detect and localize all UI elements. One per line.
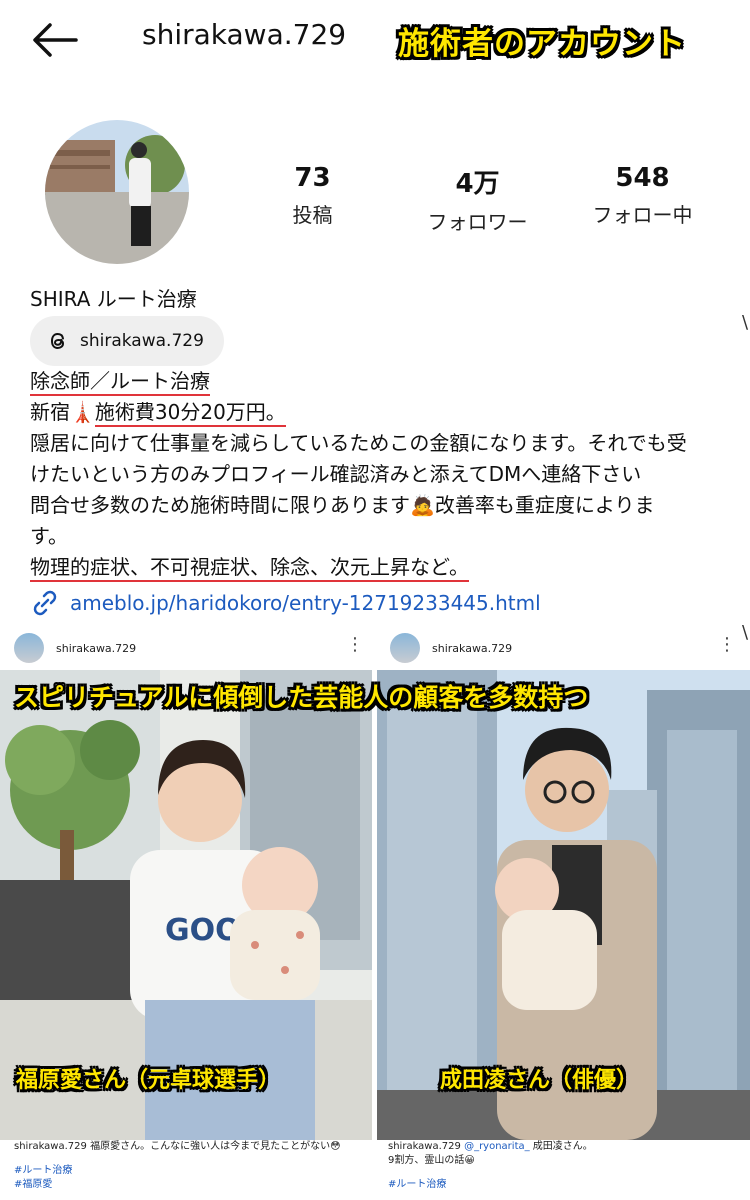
bio-line-title: 除念師／ルート治療 (30, 369, 210, 396)
more-options-icon[interactable]: ⋮ (346, 634, 364, 655)
posts-label: 投稿 (292, 203, 333, 227)
threads-badge-button[interactable]: shirakawa.729 (30, 316, 224, 366)
hashtag-left-2[interactable]: #福原愛 (14, 1178, 370, 1192)
post-username-right[interactable]: shirakawa.729 (432, 642, 512, 655)
bio-fee: 施術費30分20万円。 (94, 400, 286, 427)
caption-line2-right: 9割方、霊山の話😀 (388, 1155, 475, 1166)
stat-following[interactable]: 548 フォロー中 (580, 163, 705, 228)
hashtag-right-1[interactable]: #ルート治療 (388, 1178, 744, 1192)
posts-count: 73 (294, 163, 331, 193)
post-avatar-right[interactable] (390, 633, 420, 663)
bio-line-4: けたいという方のみプロフィール確認済みと添えてDMへ連絡下さい (30, 462, 642, 486)
following-count: 548 (615, 163, 670, 193)
post-caption-left: shirakawa.729 福原愛さん。こんなに強い人は今まで見たことがない😳 … (14, 1140, 370, 1192)
followers-count: 4万 (455, 169, 500, 199)
caption-user-left[interactable]: shirakawa.729 (14, 1141, 87, 1152)
stat-posts[interactable]: 73 投稿 (275, 163, 350, 228)
more-options-icon[interactable]: ⋮ (718, 634, 736, 655)
hashtag-left-1[interactable]: #ルート治療 (14, 1164, 370, 1178)
bio-location: 新宿 (30, 400, 70, 424)
post-avatar-left[interactable] (14, 633, 44, 663)
threads-handle: shirakawa.729 (80, 331, 204, 351)
svg-text:GOO: GOO (165, 913, 241, 948)
bio-line-5: 問合せ多数のため施術時間に限りあります🙇改善率も重症度によりま (30, 493, 655, 517)
following-label: フォロー中 (592, 203, 693, 227)
bio-line-3: 隠居に向けて仕事量を減らしているためこの金額になります。それでも受 (30, 431, 687, 455)
overlay-caption-left: 福原愛さん（元卓球選手） (16, 1068, 281, 1093)
caption-text-left: 福原愛さん。こんなに強い人は今まで見たことがない😳 (86, 1141, 341, 1152)
threads-icon (50, 332, 65, 350)
stat-followers[interactable]: 4万 フォロワー (415, 163, 540, 235)
profile-username-header: shirakawa.729 (142, 18, 347, 51)
tokyo-tower-emoji: 🗼 (70, 400, 95, 424)
followers-label: フォロワー (427, 210, 528, 234)
post-header-right: shirakawa.729 ⋮ (390, 630, 746, 666)
bio-line-6: す。 (30, 524, 68, 548)
banner-title: 施術者のアカウント (398, 26, 686, 62)
caption-mention-right[interactable]: @_ryonarita_ (461, 1141, 530, 1152)
post-header-left: shirakawa.729 ⋮ (14, 630, 370, 666)
overlay-headline: スピリチュアルに傾倒した芸能人の顧客を多数持つ (14, 683, 589, 712)
profile-link-url: ameblo.jp/haridokoro/entry-12719233445.h… (70, 591, 541, 615)
profile-bio: 除念師／ルート治療 新宿🗼施術費30分20万円。 隠居に向けて仕事量を減らしてい… (30, 366, 730, 583)
bio-line-symptoms: 物理的症状、不可視症状、除念、次元上昇など。 (30, 555, 469, 582)
top-bar: shirakawa.729 施術者のアカウント (0, 0, 750, 80)
post-caption-right: shirakawa.729 @_ryonarita_ 成田凌さん。 9割方、霊山… (388, 1140, 744, 1192)
overlay-caption-right: 成田凌さん（俳優） (440, 1068, 639, 1093)
edge-mark-upper: \ (742, 312, 749, 333)
caption-user-right[interactable]: shirakawa.729 (388, 1141, 461, 1152)
profile-avatar[interactable] (45, 120, 189, 264)
link-icon (33, 590, 57, 616)
display-name: SHIRA ルート治療 (30, 287, 197, 311)
profile-link[interactable]: ameblo.jp/haridokoro/entry-12719233445.h… (30, 588, 541, 618)
back-arrow-icon[interactable] (30, 20, 80, 60)
post-username-left[interactable]: shirakawa.729 (56, 642, 136, 655)
caption-text-right: 成田凌さん。 (529, 1141, 593, 1152)
